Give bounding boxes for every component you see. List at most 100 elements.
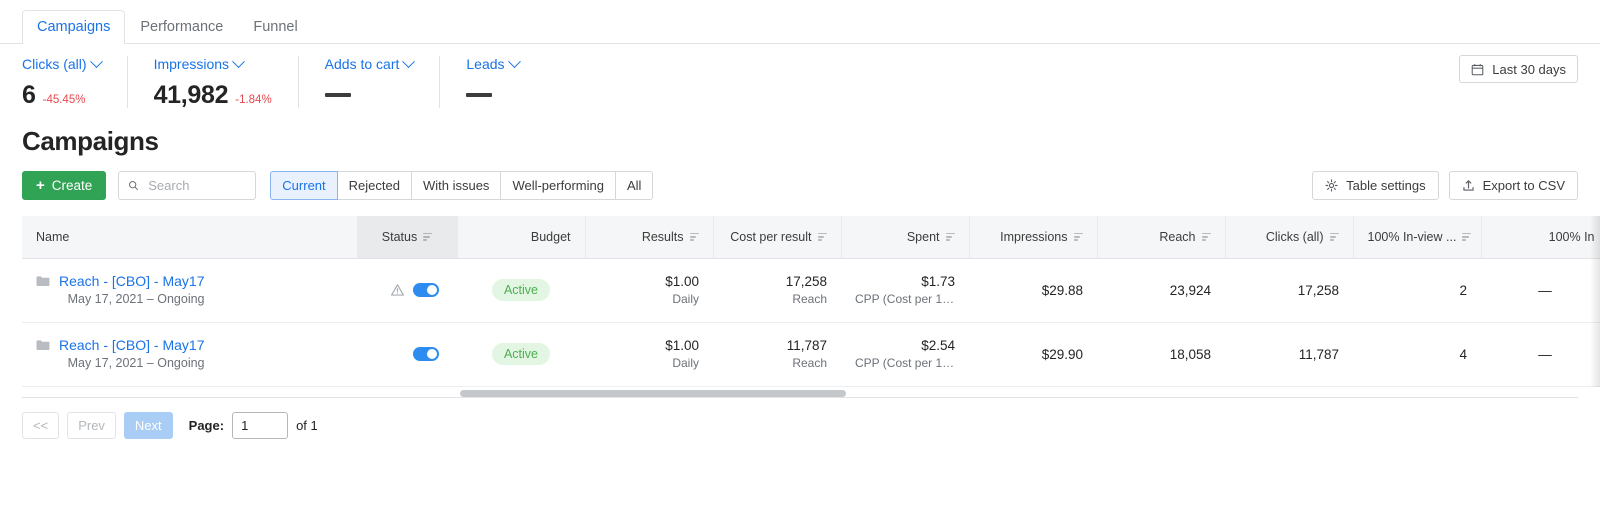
tab-campaigns[interactable]: Campaigns — [22, 9, 126, 45]
create-button[interactable]: + Create — [22, 171, 107, 200]
campaign-dates: May 17, 2021 – Ongoing — [67, 291, 205, 306]
cost-per-result-sub: CPP (Cost per 1,0... — [855, 356, 955, 370]
results-value: 17,258 — [785, 274, 827, 289]
campaign-status-toggle[interactable] — [413, 283, 439, 297]
filter-rejected[interactable]: Rejected — [337, 171, 412, 200]
column-header-in-view-1[interactable]: 100% In-view ... — [1353, 216, 1482, 259]
toolbar-right-actions: Table settings Export to CSV — [1312, 171, 1578, 200]
table-row[interactable]: Reach - [CBO] - May17 May 17, 2021 – Ong… — [22, 322, 1600, 387]
kpi-adds-to-cart-selector[interactable]: Adds to cart — [325, 54, 416, 72]
cell-status-controls — [357, 258, 457, 323]
column-header-cost-per-result-label: Cost per result — [730, 229, 812, 244]
sort-icon[interactable] — [1073, 232, 1083, 241]
search-box[interactable] — [118, 171, 257, 200]
sort-icon[interactable] — [1462, 232, 1472, 241]
kpi-adds-to-cart: Adds to cart — [324, 54, 441, 108]
toolbar: + Create Current Rejected With issues We… — [0, 157, 1600, 212]
results-sub: Reach — [792, 356, 827, 370]
column-header-results-label: Results — [641, 229, 684, 244]
sort-icon[interactable] — [817, 232, 827, 241]
budget-value: $1.00 — [665, 338, 699, 353]
cell-impressions: 18,058 — [1097, 322, 1225, 387]
sort-icon[interactable] — [1329, 232, 1339, 241]
chevron-down-icon — [402, 54, 416, 68]
page-number-input[interactable] — [232, 411, 289, 439]
search-input[interactable] — [146, 177, 247, 194]
kpi-leads-selector[interactable]: Leads — [466, 54, 521, 72]
cell-results: 11,787 Reach — [713, 322, 841, 387]
column-header-spent-label: Spent — [906, 229, 940, 244]
kpi-impressions-values: 41,982 -1.84% — [154, 81, 272, 110]
column-header-in-view-2[interactable]: 100% In — [1481, 216, 1600, 259]
first-page-button[interactable]: << — [22, 411, 60, 439]
cell-budget: $1.00 Daily — [585, 322, 713, 387]
kpi-clicks-all-delta: -45.45% — [42, 94, 86, 106]
tab-funnel[interactable]: Funnel — [238, 10, 312, 45]
page-title: Campaigns — [22, 126, 159, 156]
export-csv-label: Export to CSV — [1482, 178, 1565, 193]
folder-icon — [36, 340, 50, 351]
cell-status-badge: Active — [457, 258, 585, 323]
cell-in-view-1: — — [1481, 258, 1600, 323]
column-header-name[interactable]: Name — [22, 216, 358, 259]
cell-name: Reach - [CBO] - May17 May 17, 2021 – Ong… — [22, 258, 357, 323]
tab-performance[interactable]: Performance — [125, 10, 238, 45]
budget-sub: Daily — [672, 356, 699, 370]
column-header-budget-label: Budget — [530, 229, 571, 244]
kpi-clicks-all-value: 6 — [22, 81, 36, 109]
kpi-impressions-label: Impressions — [153, 56, 230, 72]
kpi-adds-to-cart-values — [324, 81, 414, 97]
column-header-name-label: Name — [36, 229, 70, 244]
filter-all[interactable]: All — [615, 171, 654, 200]
table-row[interactable]: Reach - [CBO] - May17 May 17, 2021 – Ong… — [22, 258, 1600, 323]
horizontal-scrollbar-track[interactable] — [22, 387, 1578, 397]
column-header-impressions[interactable]: Impressions — [969, 216, 1098, 259]
sort-icon[interactable] — [945, 232, 955, 241]
column-header-status[interactable]: Status — [357, 216, 458, 259]
table-settings-button[interactable]: Table settings — [1312, 171, 1439, 200]
cell-impressions: 23,924 — [1097, 258, 1225, 323]
kpi-impressions-selector[interactable]: Impressions — [153, 54, 272, 72]
warning-icon[interactable] — [391, 284, 404, 296]
sort-icon[interactable] — [689, 232, 699, 241]
column-header-clicks-all-label: Clicks (all) — [1265, 229, 1324, 244]
search-icon — [129, 181, 139, 191]
filter-with-issues[interactable]: With issues — [411, 171, 502, 200]
sort-icon[interactable] — [1201, 232, 1211, 241]
column-header-budget[interactable]: Budget — [457, 216, 586, 259]
budget-value: $1.00 — [665, 274, 699, 289]
horizontal-scrollbar-thumb[interactable] — [460, 389, 846, 397]
table-header-row: Name Status Budget Results Cost per resu… — [22, 216, 1600, 259]
table-settings-label: Table settings — [1346, 178, 1426, 193]
next-page-button[interactable]: Next — [123, 411, 173, 439]
chevron-down-icon — [507, 54, 521, 68]
sort-icon[interactable] — [423, 232, 433, 241]
filter-well-performing[interactable]: Well-performing — [501, 171, 616, 200]
date-range-button[interactable]: Last 30 days — [1459, 55, 1578, 83]
page-total-label: of 1 — [296, 417, 318, 433]
campaigns-table: Name Status Budget Results Cost per resu… — [22, 216, 1600, 387]
tab-performance-label: Performance — [140, 18, 224, 35]
campaign-status-toggle[interactable] — [413, 347, 439, 361]
date-range-label: Last 30 days — [1492, 61, 1566, 77]
column-header-impressions-label: Impressions — [1000, 229, 1068, 244]
column-header-cost-per-result[interactable]: Cost per result — [713, 216, 842, 259]
column-header-clicks-all[interactable]: Clicks (all) — [1225, 216, 1354, 259]
kpi-clicks-all-label: Clicks (all) — [22, 56, 87, 72]
column-header-spent[interactable]: Spent — [841, 216, 970, 259]
chevron-down-icon — [232, 54, 245, 68]
campaign-name-link[interactable]: Reach - [CBO] - May17 — [59, 273, 205, 291]
campaign-name-link[interactable]: Reach - [CBO] - May17 — [59, 337, 205, 355]
kpi-impressions-value: 41,982 — [153, 81, 229, 109]
column-header-reach[interactable]: Reach — [1097, 216, 1226, 259]
cost-per-result-sub: CPP (Cost per 1,0... — [855, 292, 955, 306]
prev-page-button[interactable]: Prev — [67, 411, 116, 439]
calendar-icon — [1471, 63, 1484, 75]
filter-current[interactable]: Current — [270, 171, 338, 200]
cell-spent: $29.88 — [969, 258, 1097, 323]
kpi-clicks-all-selector[interactable]: Clicks (all) — [22, 54, 103, 72]
budget-sub: Daily — [672, 292, 699, 306]
column-header-results[interactable]: Results — [585, 216, 714, 259]
cell-cost-per-result: $1.73 CPP (Cost per 1,0... — [841, 258, 969, 323]
export-csv-button[interactable]: Export to CSV — [1448, 171, 1578, 200]
